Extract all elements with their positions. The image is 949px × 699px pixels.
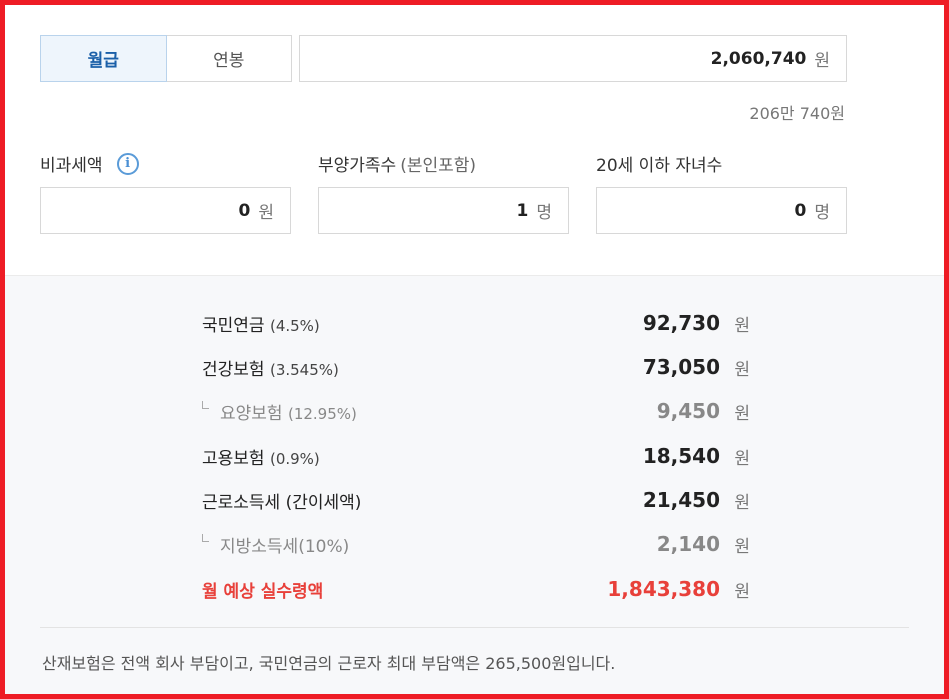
deduction-name: 고용보험	[202, 448, 265, 469]
dependents-value: 1	[516, 200, 529, 221]
deduction-unit: 원	[734, 536, 750, 557]
input-panel: 월급 연봉 2,060,740 원 206만 740원 비과세액 i 부양가족수…	[5, 5, 944, 275]
salary-value: 2,060,740	[710, 48, 807, 69]
tab-annual[interactable]: 연봉	[166, 35, 292, 82]
net-pay-amount: 1,843,380	[607, 577, 720, 601]
deduction-unit: 원	[734, 315, 750, 336]
deduction-row-pension: 국민연금 (4.5%) 92,730 원	[202, 308, 750, 338]
deduction-name: 국민연금	[202, 315, 265, 336]
children-label-text: 20세 이하 자녀수	[596, 156, 723, 176]
dependents-label-text: 부양가족수	[318, 156, 397, 176]
info-icon[interactable]: i	[116, 152, 139, 175]
salary-korean-readout: 206만 740원	[749, 104, 845, 123]
nontaxable-unit: 원	[258, 203, 274, 223]
dependents-unit: 명	[536, 203, 552, 223]
deduction-unit: 원	[734, 492, 750, 513]
deduction-unit: 원	[734, 448, 750, 469]
deduction-rate: (간이세액)	[285, 492, 362, 513]
dependents-input[interactable]: 1 명	[318, 187, 569, 234]
deduction-amount: 9,450	[656, 399, 720, 423]
salary-unit: 원	[814, 51, 830, 71]
deduction-rate: (0.9%)	[269, 449, 320, 468]
deduction-name: 지방소득세(10%)	[220, 536, 350, 557]
deduction-unit: 원	[734, 359, 750, 380]
nontaxable-input[interactable]: 0 원	[40, 187, 291, 234]
calculator-frame: 월급 연봉 2,060,740 원 206만 740원 비과세액 i 부양가족수…	[0, 0, 949, 699]
deduction-row-local-tax: 지방소득세(10%) 2,140 원	[202, 529, 750, 559]
children-value: 0	[794, 200, 807, 221]
deduction-amount: 92,730	[642, 311, 720, 335]
deduction-amount: 2,140	[656, 532, 720, 556]
nontaxable-label: 비과세액 i	[40, 151, 139, 176]
salary-input[interactable]: 2,060,740 원	[299, 35, 847, 82]
deduction-amount: 21,450	[642, 488, 720, 512]
result-panel: 국민연금 (4.5%) 92,730 원 건강보험 (3.545%) 73,05…	[5, 275, 944, 694]
nontaxable-value: 0	[238, 200, 251, 221]
footnote: 산재보험은 전액 회사 부담이고, 국민연금의 근로자 최대 부담액은 265,…	[42, 654, 616, 673]
dependents-label: 부양가족수 (본인포함)	[318, 151, 476, 176]
sub-item-corner-icon	[202, 400, 209, 409]
deduction-row-employment: 고용보험 (0.9%) 18,540 원	[202, 441, 750, 471]
children-input[interactable]: 0 명	[596, 187, 847, 234]
sub-item-corner-icon	[202, 533, 209, 542]
nontaxable-label-text: 비과세액	[40, 156, 103, 176]
net-pay-label: 월 예상 실수령액	[202, 581, 324, 602]
divider	[40, 627, 909, 628]
deduction-rate: (4.5%)	[269, 316, 320, 335]
deduction-name: 건강보험	[202, 359, 265, 380]
deduction-unit: 원	[734, 403, 750, 424]
children-unit: 명	[814, 203, 830, 223]
deduction-rate: (3.545%)	[269, 360, 339, 379]
deduction-row-health: 건강보험 (3.545%) 73,050 원	[202, 352, 750, 382]
deduction-rate: (12.95%)	[287, 404, 357, 423]
children-label: 20세 이하 자녀수	[596, 151, 722, 176]
tab-monthly[interactable]: 월급	[40, 35, 167, 82]
deduction-amount: 18,540	[642, 444, 720, 468]
deduction-row-income-tax: 근로소득세 (간이세액) 21,450 원	[202, 485, 750, 515]
period-tabs: 월급 연봉	[40, 35, 292, 82]
net-pay-unit: 원	[734, 581, 750, 602]
deduction-name: 요양보험	[220, 403, 283, 424]
deduction-row-longterm-care: 요양보험 (12.95%) 9,450 원	[202, 396, 750, 426]
deduction-name: 근로소득세	[202, 492, 281, 513]
net-pay-row: 월 예상 실수령액 1,843,380 원	[202, 574, 750, 604]
deduction-amount: 73,050	[642, 355, 720, 379]
dependents-label-paren: (본인포함)	[400, 156, 477, 176]
